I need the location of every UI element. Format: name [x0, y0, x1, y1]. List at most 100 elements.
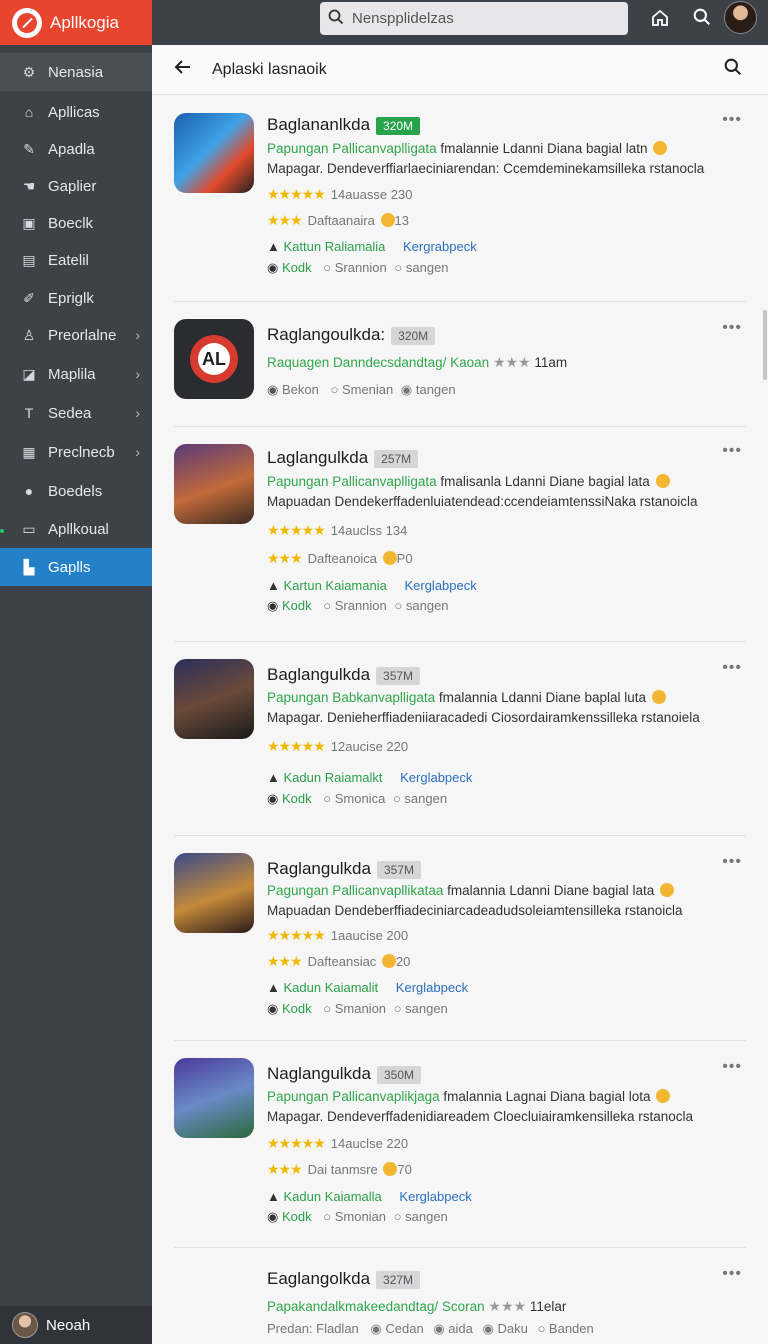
links-row: ▲ Kadun Kaiamalit Kerglabpeck — [267, 980, 469, 995]
sidebar-item-preclnecb[interactable]: ▦ Preclnecb › — [0, 433, 152, 471]
list-item[interactable]: AL Raglangoulkda: 320M Raquagen Danndecsd… — [174, 303, 746, 427]
chevron-right-icon: › — [135, 405, 140, 421]
list-item[interactable]: Laglangulkda 257M Papungan Pallicanvaplli… — [174, 428, 746, 642]
app-description-2: Mapagar. Dendeverffiarlaeciniarendan: Cc… — [267, 161, 705, 176]
meta-row: ◉ Kodk ○ Smanion ○ sangen — [267, 1001, 448, 1016]
category-link[interactable]: Kerglabpeck — [404, 578, 476, 593]
app-title[interactable]: Baglangulkda 357M — [267, 665, 421, 685]
more-options-icon[interactable]: ••• — [722, 853, 742, 871]
meta-row: Predan: Fladlan ◉ Cedan ◉ aida ◉ Daku ○ … — [267, 1321, 594, 1336]
size-badge: 350M — [376, 1065, 421, 1084]
sidebar-item-gaplier[interactable]: ☚ Gaplier — [0, 167, 152, 205]
meta-row: ◉ Kodk ○ Srannion ○ sangen — [267, 598, 449, 613]
brand-name: Apllkogia — [50, 12, 119, 32]
apps-icon: ▙ — [23, 558, 35, 575]
category-link[interactable]: Kerglabpeck — [399, 1189, 471, 1204]
top-bar: Apllkogia Nenspplidelzas — [0, 0, 768, 45]
search-icon[interactable] — [724, 58, 742, 81]
sidebar-item-epriglk[interactable]: ✐ Epriglk — [0, 279, 152, 317]
search-input[interactable]: Nenspplidelzas — [320, 2, 628, 35]
rating-row-2: ★★★ Dai tanmsre 70 — [267, 1161, 412, 1177]
pencil-icon: ✎ — [23, 140, 35, 157]
meta-row: ◉ Bekon ○ Smenian ◉ tangen — [267, 382, 456, 397]
rating-row-2: ★★★ Dafteanoica P0 — [267, 550, 413, 566]
user-footer[interactable]: Neoah — [0, 1306, 152, 1344]
more-options-icon[interactable]: ••• — [722, 111, 742, 129]
more-options-icon[interactable]: ••• — [722, 659, 742, 677]
square-icon: ▣ — [22, 214, 36, 231]
developer-link[interactable]: Kartun Kaiamania — [284, 578, 387, 593]
list-item[interactable]: Baglananlkda 320M Papungan Pallicanvaplli… — [174, 103, 746, 302]
sidebar-item-eatelil[interactable]: ▤ Eatelil — [0, 241, 152, 279]
sidebar-item-apllkoual[interactable]: ▭ Apllkoual — [0, 510, 152, 548]
sidebar-item-gaplls[interactable]: ▙ Gaplls — [0, 548, 152, 586]
chart-icon: ◪ — [22, 365, 36, 382]
developer-link[interactable]: Kattun Raliamalia — [284, 239, 386, 254]
sidebar-item-label: Boedels — [48, 482, 103, 500]
app-description: Pagungan Pallicanvapllikataa fmalannia L… — [267, 883, 675, 898]
category-link[interactable]: Kerglabpeck — [400, 770, 472, 785]
avatar — [12, 1312, 38, 1338]
rating-row-2: ★★★ Daftaanaira 13 — [267, 212, 409, 228]
more-options-icon[interactable]: ••• — [722, 319, 742, 337]
chevron-right-icon: › — [135, 327, 140, 343]
settings-icon: ⚙ — [22, 63, 36, 80]
developer-link[interactable]: Kadun Raiamalkt — [284, 770, 383, 785]
more-options-icon[interactable]: ••• — [722, 1058, 742, 1076]
app-title[interactable]: Eaglangolkda 327M — [267, 1269, 421, 1289]
text-icon: T — [24, 405, 34, 421]
sidebar-item-label: Preclnecb — [48, 443, 115, 461]
sidebar-item-preorlalne[interactable]: ♙ Preorlalne › — [0, 316, 152, 354]
app-description-2: Mapagar. Denieherffiadeniiaracadedi Cios… — [267, 710, 700, 725]
brand[interactable]: Apllkogia — [0, 0, 152, 45]
sidebar-item-boedels[interactable]: ● Boedels — [0, 472, 152, 510]
sidebar-item-maplila[interactable]: ◪ Maplila › — [0, 355, 152, 393]
brand-logo-icon — [12, 7, 42, 38]
sidebar-item-apadla[interactable]: ✎ Apadla — [0, 130, 152, 168]
app-description: Papungan Pallicanvaplligata fmalisanla L… — [267, 474, 670, 489]
size-badge: 257M — [374, 449, 419, 468]
sidebar-item-nenasia[interactable]: ⚙ Nenasia — [0, 53, 152, 91]
category-link[interactable]: Kerglabpeck — [396, 980, 468, 995]
app-title[interactable]: Baglananlkda 320M — [267, 115, 421, 135]
sidebar-item-sedea[interactable]: T Sedea › — [0, 394, 152, 432]
list-item[interactable]: Naglangulkda 350M Papungan Pallicanvaplik… — [174, 1042, 746, 1248]
user-icon: ♙ — [22, 326, 36, 343]
list-item[interactable]: Raglangulkda 357M Pagungan Pallicanvaplli… — [174, 837, 746, 1041]
sidebar-item-apllicas[interactable]: ⌂ Apllicas — [0, 93, 152, 131]
list-item[interactable]: Baglangulkda 357M Papungan Babkanvaplliga… — [174, 643, 746, 836]
person-icon: ● — [24, 483, 34, 499]
sidebar-item-label: Preorlalne — [48, 326, 117, 344]
scrollbar[interactable] — [763, 310, 767, 380]
home-icon[interactable] — [650, 8, 670, 34]
chevron-right-icon: › — [135, 444, 140, 460]
image-icon: ▦ — [22, 443, 36, 460]
size-badge: 357M — [376, 860, 421, 879]
developer-link[interactable]: Kadun Kaiamalit — [284, 980, 379, 995]
app-description-2: Mapuadan Dendeberffiadeciniarcadeadudsol… — [267, 903, 683, 918]
back-arrow-icon[interactable] — [174, 58, 192, 82]
developer-link[interactable]: Kadun Kaiamalla — [284, 1189, 382, 1204]
sidebar-item-label: Apllicas — [48, 103, 100, 121]
svg-text:AL: AL — [202, 349, 226, 369]
main-panel: Aplaski lasnaoik Baglananlkda 320M Papung… — [152, 45, 768, 1344]
category-link[interactable]: Kergrabpeck — [403, 239, 477, 254]
sidebar-item-label: Epriglk — [48, 289, 94, 307]
search-icon[interactable] — [693, 8, 711, 32]
more-options-icon[interactable]: ••• — [722, 442, 742, 460]
rating-row: ★★★★★ 1aaucise 200 — [267, 927, 409, 943]
user-name: Neoah — [46, 1316, 91, 1334]
app-title[interactable]: Raglangulkda 357M — [267, 859, 421, 879]
hand-icon: ☚ — [22, 177, 36, 194]
more-options-icon[interactable]: ••• — [722, 1265, 742, 1283]
avatar[interactable] — [724, 1, 757, 34]
app-description: Raquagen Danndecsdandtag/ Kaoan ★★★ 11am — [267, 354, 568, 370]
size-badge: 357M — [376, 666, 421, 685]
sidebar-item-boeclk[interactable]: ▣ Boeclk — [0, 204, 152, 242]
list-item[interactable]: Eaglangolkda 327M Papakandalkmakeedandtag… — [174, 1249, 746, 1344]
app-title[interactable]: Raglangoulkda: 320M — [267, 325, 436, 345]
chevron-right-icon: › — [135, 366, 140, 382]
meta-row: ◉ Kodk ○ Srannion ○ sangen — [267, 260, 449, 275]
app-title[interactable]: Naglangulkda 350M — [267, 1064, 421, 1084]
app-title[interactable]: Laglangulkda 257M — [267, 448, 419, 468]
